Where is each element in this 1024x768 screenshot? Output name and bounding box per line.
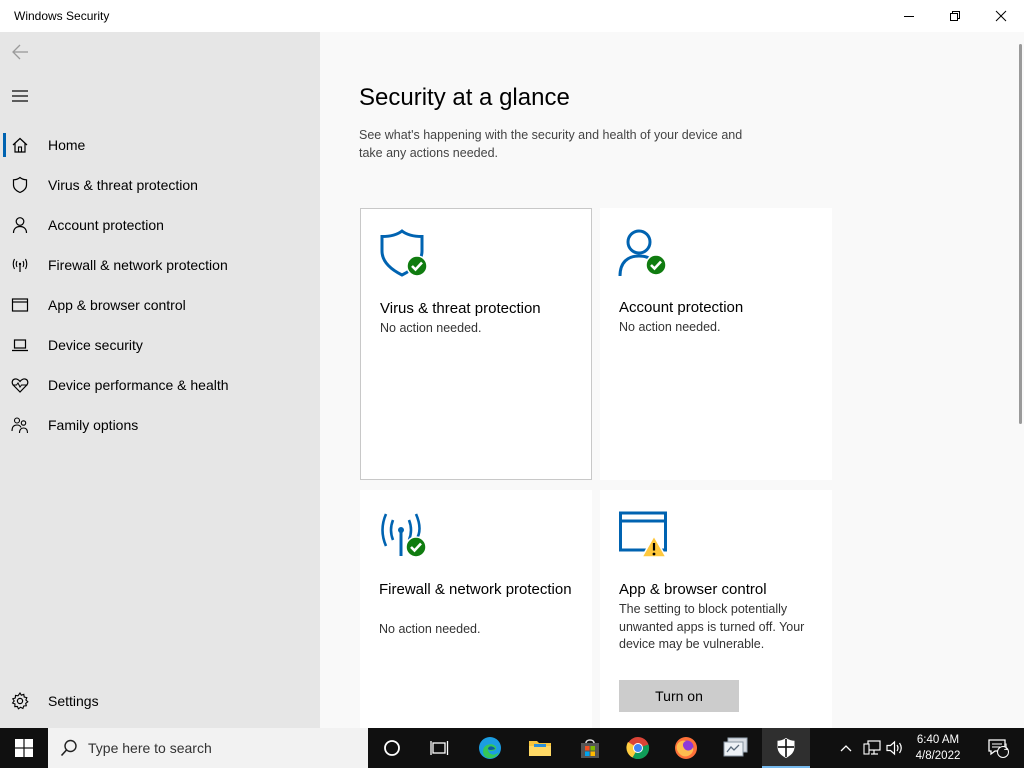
shield-check-icon (380, 229, 428, 277)
close-button[interactable] (978, 0, 1024, 32)
back-button[interactable] (8, 40, 32, 64)
page-subtitle: See what's happening with the security a… (359, 128, 743, 160)
card-app-browser[interactable]: App & browser control The setting to blo… (600, 490, 832, 728)
turn-on-button[interactable]: Turn on (619, 680, 739, 712)
sidebar-item-label: Device performance & health (48, 377, 229, 393)
show-hidden-icons-button[interactable] (836, 728, 856, 768)
cortana-circle-icon (384, 740, 400, 756)
search-placeholder: Type here to search (88, 740, 212, 756)
sidebar-item-label: Firewall & network protection (48, 257, 228, 273)
sidebar-item-account[interactable]: Account protection (0, 205, 320, 245)
card-status: No action needed. (380, 321, 482, 335)
home-icon (12, 137, 28, 153)
antenna-icon (12, 258, 28, 272)
taskbar-search-box[interactable]: Type here to search (48, 728, 368, 768)
sidebar-item-label: App & browser control (48, 297, 186, 313)
sidebar-item-device-health[interactable]: Device performance & health (0, 365, 320, 405)
action-center-button[interactable]: 1 (978, 728, 1018, 768)
scrollbar[interactable] (1018, 44, 1024, 424)
sidebar-item-label: Virus & threat protection (48, 177, 198, 193)
windows-logo-icon (15, 739, 33, 757)
cortana-button[interactable] (368, 728, 416, 768)
sidebar-item-app-browser[interactable]: App & browser control (0, 285, 320, 325)
clock-date: 4/8/2022 (915, 750, 961, 762)
windows-security-shield-icon (777, 738, 795, 758)
firefox-taskbar-button[interactable] (662, 728, 710, 768)
card-firewall[interactable]: Firewall & network protection No action … (360, 490, 592, 728)
sidebar-item-label: Account protection (48, 217, 164, 233)
title-bar: Windows Security (0, 0, 1024, 32)
store-bag-icon (581, 739, 599, 758)
family-icon (11, 417, 29, 434)
restore-icon (950, 11, 960, 21)
firewall-check-icon (381, 513, 427, 558)
page-title: Security at a glance (359, 84, 570, 111)
restore-button[interactable] (932, 0, 978, 32)
remote-desktop-icon (723, 737, 748, 757)
sidebar-item-label: Home (48, 137, 86, 153)
settings-label: Settings (48, 693, 99, 709)
main-content: Security at a glance See what's happenin… (320, 32, 1024, 728)
sidebar-item-family[interactable]: Family options (0, 405, 320, 445)
task-view-icon (430, 741, 449, 755)
chrome-icon (626, 737, 650, 760)
volume-tray-button[interactable] (884, 728, 906, 768)
hamburger-menu-button[interactable] (8, 84, 32, 108)
person-icon (12, 217, 28, 234)
windows-security-taskbar-button[interactable] (762, 728, 810, 768)
minimize-button[interactable] (886, 0, 932, 32)
task-view-button[interactable] (416, 728, 464, 768)
hamburger-icon (12, 90, 28, 102)
edge-taskbar-button[interactable] (466, 728, 514, 768)
sidebar-item-virus-threat[interactable]: Virus & threat protection (0, 165, 320, 205)
sidebar: Home Virus & threat protection Account p… (0, 32, 320, 728)
sidebar-item-home[interactable]: Home (0, 125, 320, 165)
chrome-taskbar-button[interactable] (614, 728, 662, 768)
start-button[interactable] (0, 728, 48, 768)
search-icon (60, 739, 77, 757)
notification-count-badge: 1 (1003, 742, 1009, 752)
scrollbar-thumb[interactable] (1019, 44, 1022, 424)
heart-icon (11, 378, 29, 393)
gear-icon (11, 692, 29, 710)
card-status: No action needed. (619, 320, 721, 334)
remote-desktop-taskbar-button[interactable] (712, 728, 760, 768)
browser-window-icon (11, 298, 29, 312)
card-account-protection[interactable]: Account protection No action needed. (600, 208, 832, 480)
file-explorer-taskbar-button[interactable] (516, 728, 564, 768)
account-check-icon (618, 229, 667, 277)
edge-icon (479, 737, 501, 759)
laptop-icon (12, 339, 28, 352)
app-browser-warning-icon (619, 511, 668, 558)
sidebar-item-label: Family options (48, 417, 139, 433)
sidebar-item-label: Device security (48, 337, 143, 353)
card-title: Virus & threat protection (380, 300, 541, 317)
card-status: No action needed. (379, 622, 481, 636)
network-icon (863, 740, 881, 755)
network-tray-button[interactable] (860, 728, 884, 768)
firefox-icon (675, 737, 697, 759)
speaker-icon (886, 740, 902, 756)
chevron-up-icon (840, 745, 852, 752)
active-indicator (3, 133, 6, 157)
card-title: Account protection (619, 299, 744, 316)
shield-icon (12, 176, 28, 194)
folder-icon (529, 741, 551, 756)
window-title: Windows Security (14, 9, 110, 23)
clock-time: 6:40 AM (916, 734, 960, 746)
sidebar-item-device-security[interactable]: Device security (0, 325, 320, 365)
taskbar-clock[interactable]: 6:40 AM 4/8/2022 (906, 732, 970, 764)
sidebar-item-settings[interactable]: Settings (0, 681, 320, 721)
card-status: The setting to block potentially unwante… (619, 602, 805, 651)
card-title: Firewall & network protection (379, 581, 572, 598)
sidebar-item-firewall[interactable]: Firewall & network protection (0, 245, 320, 285)
card-title: App & browser control (619, 581, 767, 598)
minimize-icon (904, 16, 914, 17)
store-taskbar-button[interactable] (566, 728, 614, 768)
back-arrow-icon (12, 44, 28, 60)
close-icon (995, 10, 1007, 22)
taskbar: Type here to search 6:40 AM 4/8/2022 1 (0, 728, 1024, 768)
card-virus-threat[interactable]: Virus & threat protection No action need… (360, 208, 592, 480)
